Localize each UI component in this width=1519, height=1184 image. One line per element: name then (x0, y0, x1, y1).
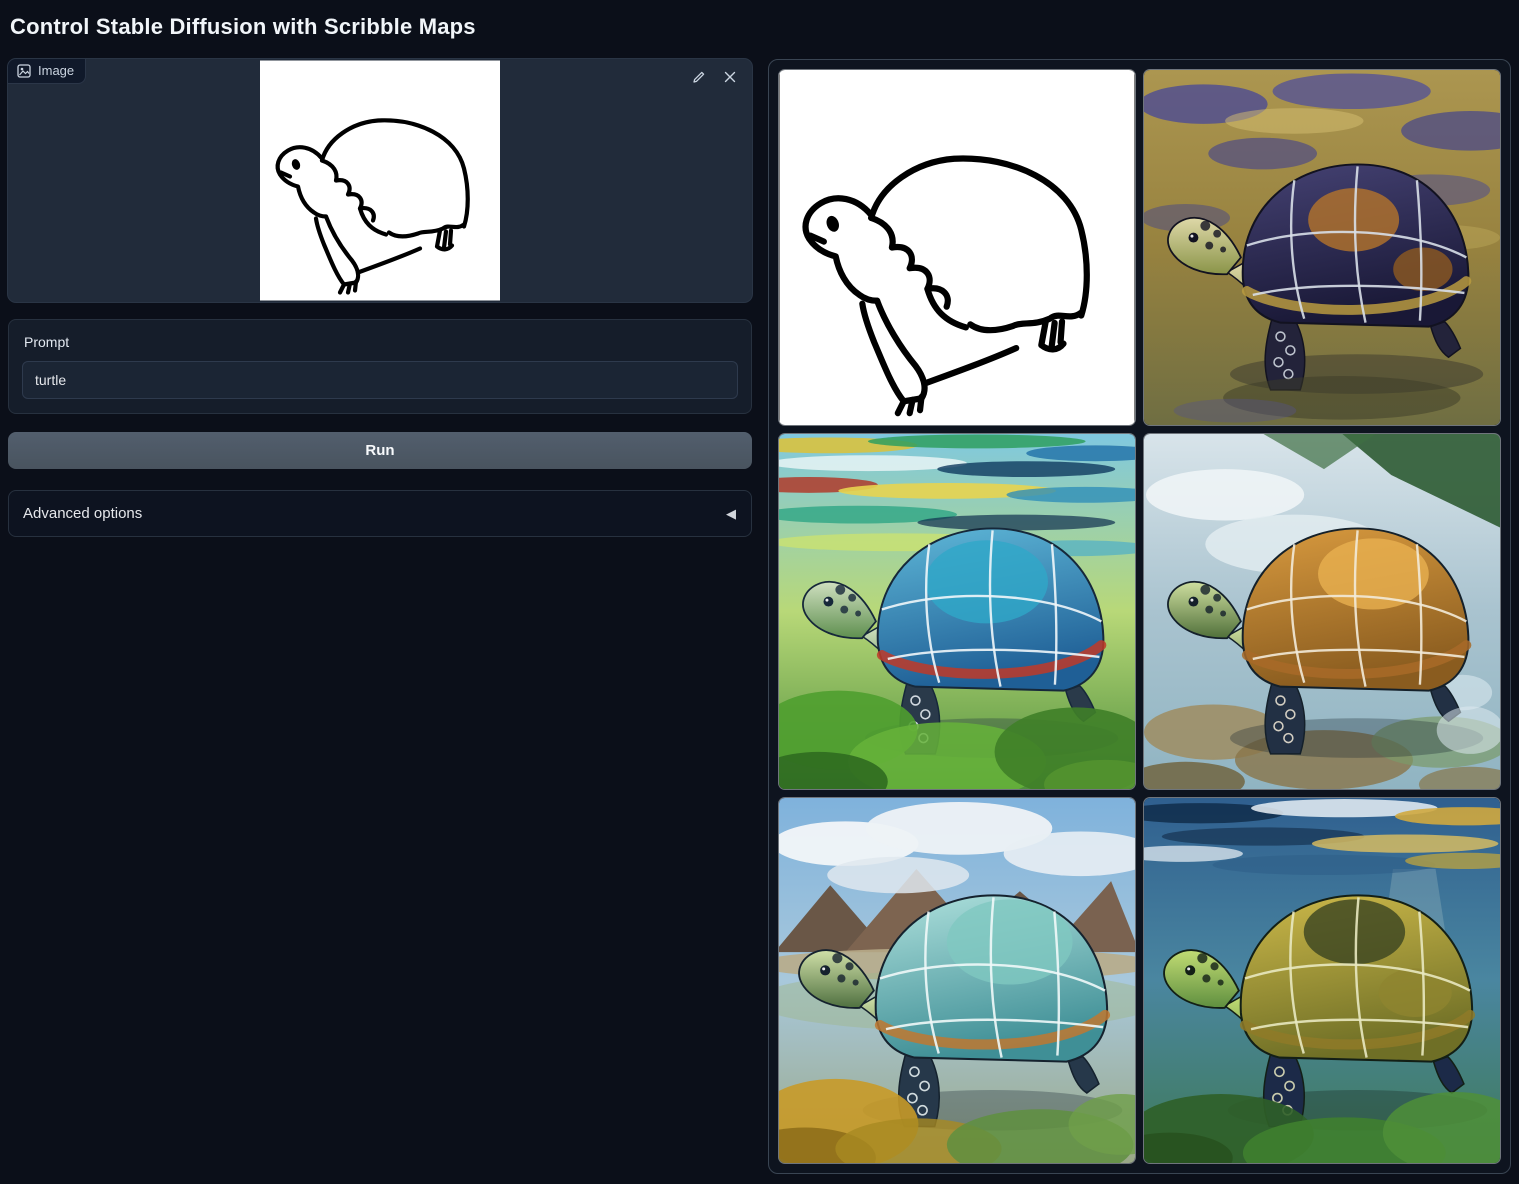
run-button[interactable]: Run (8, 432, 752, 469)
image-upload-component[interactable]: Image (8, 59, 752, 302)
result-gallery (768, 59, 1511, 1174)
prompt-panel: Prompt (8, 319, 752, 414)
prompt-input[interactable] (22, 361, 738, 399)
gallery-item-photo-turtle-golden-water[interactable] (1143, 69, 1501, 426)
image-component-badge: Image (8, 59, 86, 84)
gallery-item-turtle-mountain-lake[interactable] (778, 797, 1136, 1164)
gallery-item-turtle-orange-shell-clear-water[interactable] (1143, 433, 1501, 790)
advanced-options-accordion[interactable]: Advanced options ◀ (8, 490, 752, 537)
gallery-item-turtle-underwater-yellow-shell[interactable] (1143, 797, 1501, 1164)
chevron-left-icon: ◀ (726, 506, 736, 522)
gallery-item-painted-turtle-blue-shell[interactable] (778, 433, 1136, 790)
pencil-icon[interactable] (690, 68, 708, 86)
advanced-options-label: Advanced options (23, 505, 142, 522)
app-root: Control Stable Diffusion with Scribble M… (0, 0, 1519, 1182)
prompt-label: Prompt (24, 334, 738, 350)
output-column (768, 59, 1511, 1174)
gallery-item-scribble-turtle[interactable] (778, 69, 1136, 426)
image-icon (17, 64, 31, 78)
input-column: Image Prompt (8, 59, 752, 537)
scribble-image-preview (260, 60, 500, 301)
image-component-label: Image (38, 63, 74, 78)
page-title: Control Stable Diffusion with Scribble M… (10, 14, 1511, 40)
close-icon[interactable] (721, 68, 739, 86)
